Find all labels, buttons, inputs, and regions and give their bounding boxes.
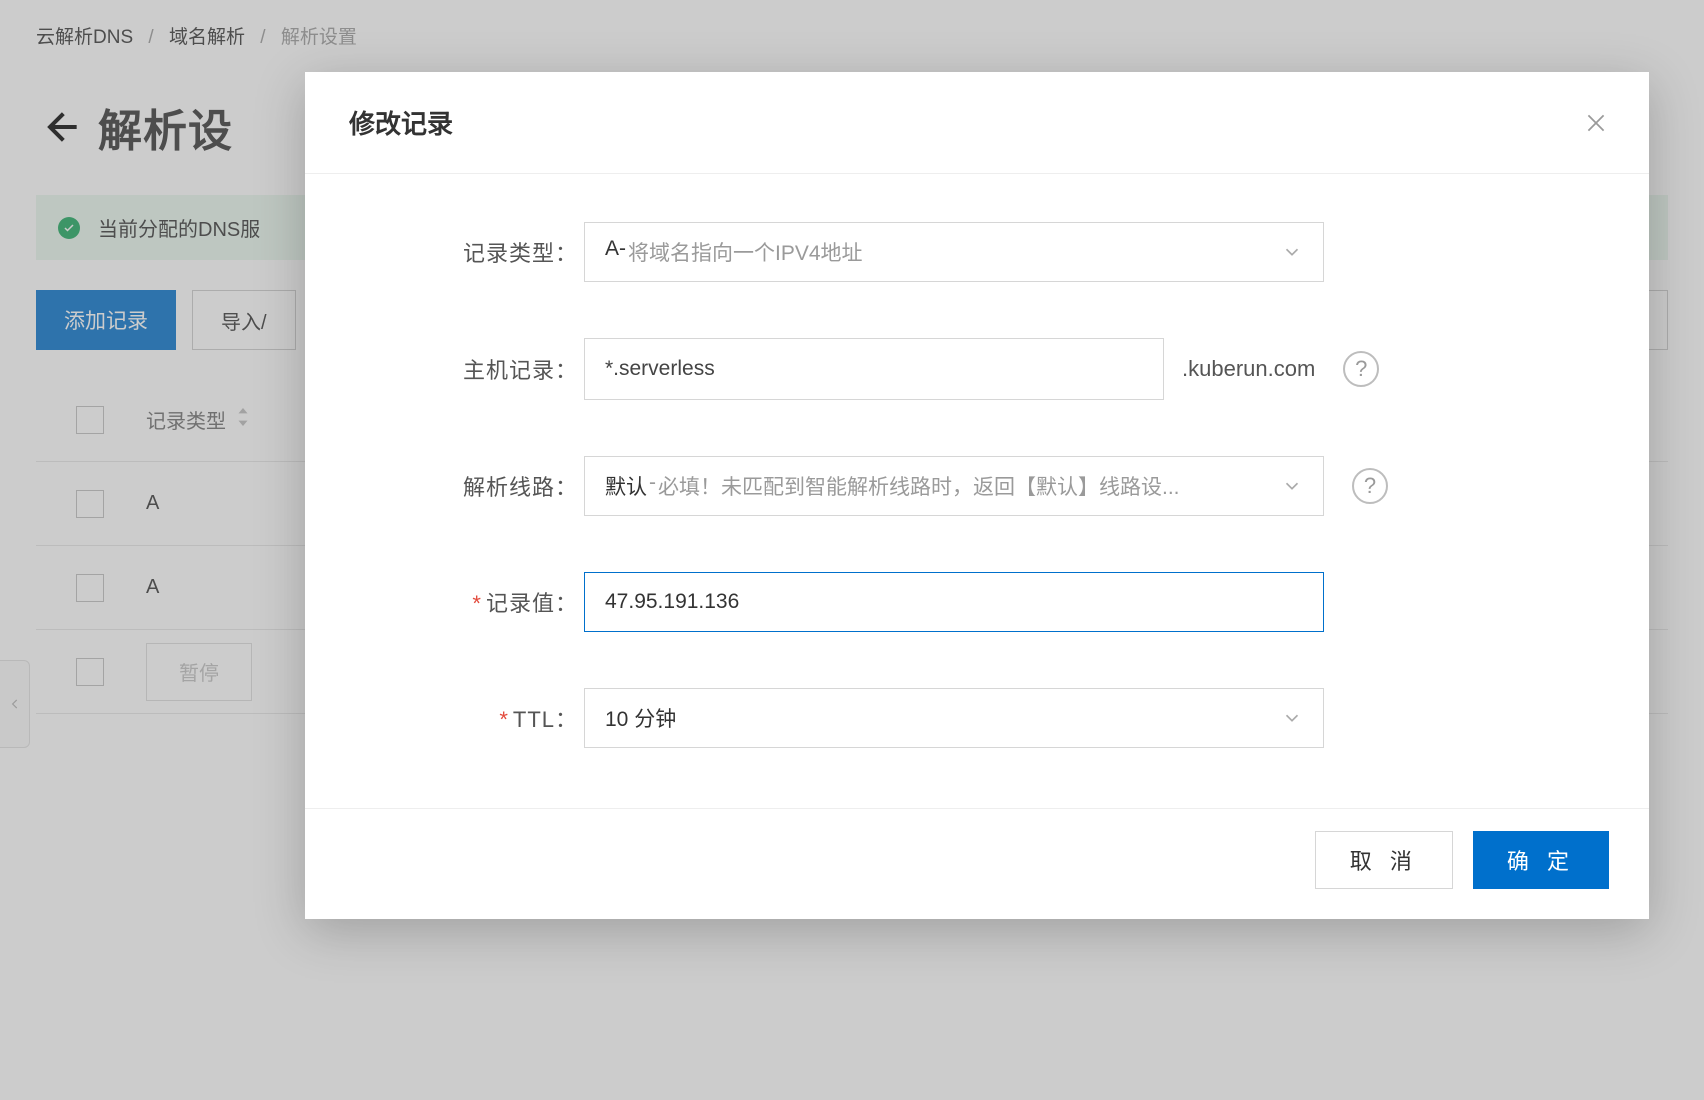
chevron-down-icon [1281,707,1303,729]
label-record-value: *记录值： [359,586,584,618]
host-suffix: .kuberun.com [1182,356,1315,382]
ok-button[interactable]: 确 定 [1473,831,1609,889]
label-ttl: *TTL： [359,702,584,734]
help-icon[interactable]: ? [1352,468,1388,504]
edit-record-modal: 修改记录 记录类型： A- 将域名指向一个IPV4地址 [305,72,1649,919]
record-type-placeholder: 将域名指向一个IPV4地址 [628,237,863,267]
line-value: 默认 [605,471,647,501]
cancel-button[interactable]: 取 消 [1315,831,1453,889]
line-placeholder: 必填！未匹配到智能解析线路时，返回【默认】线路设... [658,471,1180,501]
line-select[interactable]: 默认 - 必填！未匹配到智能解析线路时，返回【默认】线路设... [584,456,1324,516]
ttl-select[interactable]: 10 分钟 [584,688,1324,748]
modal-footer: 取 消 确 定 [305,808,1649,919]
chevron-down-icon [1281,475,1303,497]
record-type-value: A- [605,237,626,267]
record-value-input[interactable] [605,573,1303,631]
ttl-value: 10 分钟 [605,703,676,733]
label-line: 解析线路： [359,470,584,502]
close-icon[interactable] [1583,110,1609,136]
label-host: 主机记录： [359,353,584,385]
chevron-down-icon [1281,241,1303,263]
modal-title: 修改记录 [349,104,453,141]
modal-form: 记录类型： A- 将域名指向一个IPV4地址 主机记录： [305,174,1649,808]
line-sep: - [649,471,656,501]
record-value-input-wrap [584,572,1324,632]
host-input[interactable] [584,338,1164,400]
label-record-type: 记录类型： [359,236,584,268]
modal-header: 修改记录 [305,72,1649,174]
help-icon[interactable]: ? [1343,351,1379,387]
record-type-select[interactable]: A- 将域名指向一个IPV4地址 [584,222,1324,282]
